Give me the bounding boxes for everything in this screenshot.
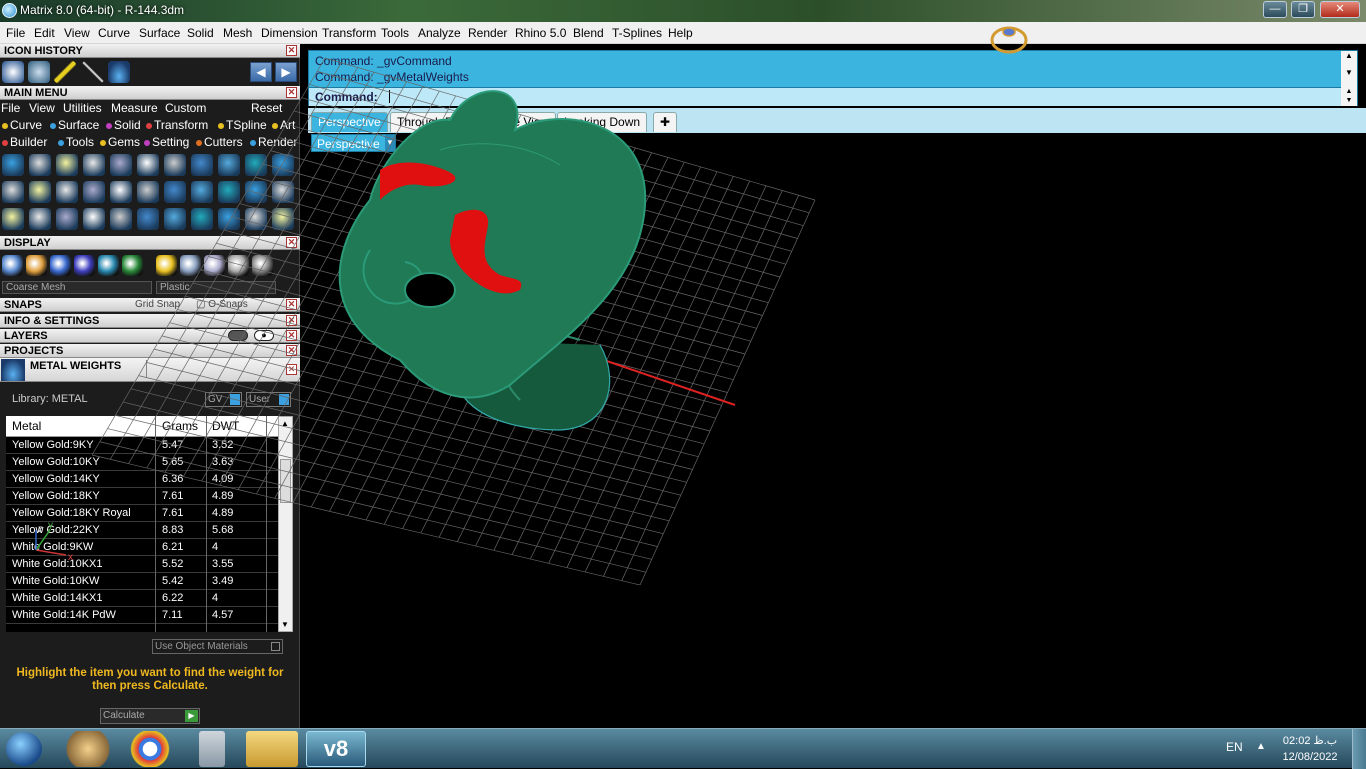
dwt-value: 4.57 bbox=[212, 609, 234, 621]
axis-indicator: x y z bbox=[35, 520, 73, 563]
scroll-up-icon[interactable]: ▲ bbox=[1341, 51, 1357, 60]
close-button[interactable]: ✕ bbox=[1320, 1, 1360, 18]
opening-detail bbox=[404, 272, 456, 308]
hint-text: Highlight the item you want to find the … bbox=[16, 667, 284, 692]
show-desktop-button[interactable] bbox=[1352, 729, 1366, 769]
table-row[interactable]: White Gold:14K PdW 7.11 4.57 bbox=[6, 607, 278, 624]
matrix-taskbar-icon[interactable]: v8 bbox=[306, 731, 366, 767]
scroll-up-icon[interactable]: ▲ bbox=[1341, 87, 1357, 96]
viewport-scene: x y z bbox=[35, 26, 1028, 585]
start-button[interactable] bbox=[6, 732, 42, 766]
paint-icon[interactable] bbox=[62, 731, 114, 767]
axis-y-label: y bbox=[48, 520, 53, 531]
scroll-down-icon[interactable]: ▼ bbox=[1341, 68, 1357, 77]
calculate-button[interactable]: Calculate ▶ bbox=[100, 708, 200, 724]
play-icon: ▶ bbox=[185, 710, 198, 722]
grid-line bbox=[621, 195, 799, 581]
scroll-down-icon[interactable]: ▼ bbox=[1341, 96, 1357, 105]
history-scrollbar[interactable]: ▲ ▼ bbox=[1341, 51, 1357, 87]
taskbar: v8 EN ▲ 02:02 ب.ظ 12/08/2022 bbox=[0, 728, 1366, 769]
heart-ring-model bbox=[338, 90, 647, 431]
axis-x-label: x bbox=[68, 552, 73, 563]
use-object-materials-toggle[interactable]: Use Object Materials bbox=[152, 639, 283, 654]
scroll-down-icon[interactable]: ▼ bbox=[281, 620, 289, 629]
dwt-value: 4 bbox=[212, 592, 219, 604]
grid-line bbox=[99, 441, 646, 573]
grams-value: 6.22 bbox=[162, 592, 184, 604]
grid-line bbox=[115, 414, 658, 547]
grid-line bbox=[107, 428, 652, 560]
axis-x-line bbox=[35, 549, 67, 556]
chrome-icon[interactable] bbox=[124, 731, 176, 767]
metal-name: White Gold:14K PdW bbox=[12, 609, 116, 621]
metal-name: White Gold:14KX1 bbox=[12, 592, 103, 604]
tray-arrow-icon[interactable]: ▲ bbox=[1256, 741, 1266, 752]
command-scrollbar[interactable]: ▲ ▼ bbox=[1341, 87, 1357, 106]
calculator-icon[interactable] bbox=[199, 731, 225, 767]
clock-time[interactable]: 02:02 ب.ظ bbox=[1278, 734, 1342, 747]
checkbox-icon bbox=[271, 642, 280, 651]
folder-icon[interactable] bbox=[246, 731, 298, 767]
grid-line bbox=[91, 454, 641, 585]
grams-value: 7.11 bbox=[162, 609, 183, 621]
table-row[interactable]: White Gold:14KX1 6.22 4 bbox=[6, 590, 278, 607]
clock-date[interactable]: 12/08/2022 bbox=[1278, 751, 1342, 763]
ring-widget-icon bbox=[990, 26, 1028, 54]
axis-z-label: z bbox=[38, 524, 43, 535]
minimize-button[interactable]: — bbox=[1263, 1, 1287, 18]
grid-line bbox=[639, 199, 816, 585]
language-indicator[interactable]: EN bbox=[1226, 740, 1243, 754]
maximize-button[interactable]: ❐ bbox=[1291, 1, 1315, 18]
